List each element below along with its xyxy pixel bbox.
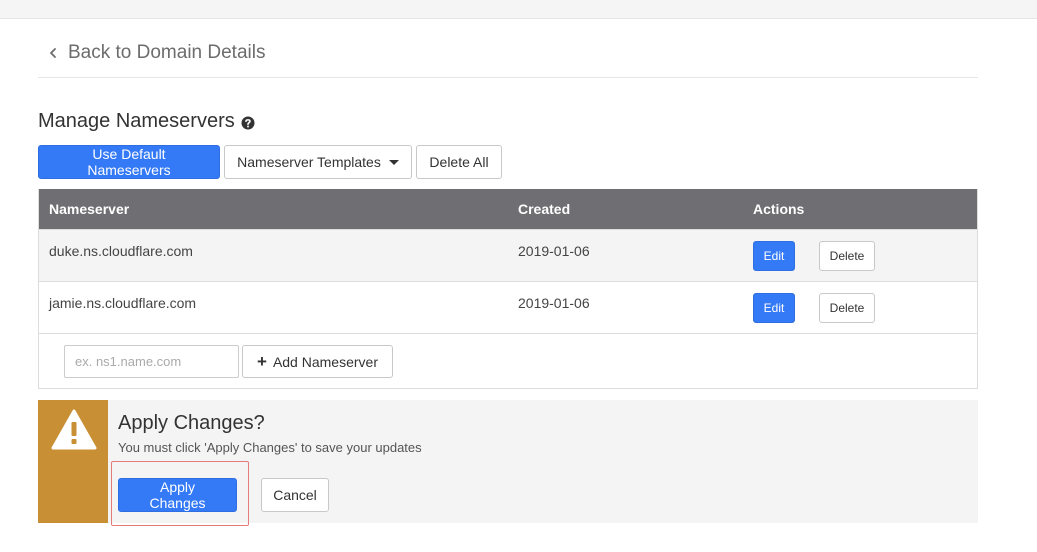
edit-button[interactable]: Edit <box>753 241 795 271</box>
cancel-button[interactable]: Cancel <box>261 478 329 512</box>
delete-button[interactable]: Delete <box>819 241 875 271</box>
header-divider <box>38 77 978 78</box>
top-bar <box>0 0 1037 19</box>
alert-title: Apply Changes? <box>118 412 265 434</box>
chevron-left-icon <box>50 48 56 58</box>
apply-changes-button[interactable]: Apply Changes <box>118 478 237 512</box>
nameserver-table: Nameserver Created Actions duke.ns.cloud… <box>38 189 978 389</box>
column-header-created: Created <box>518 201 571 217</box>
add-nameserver-button[interactable]: + Add Nameserver <box>242 345 393 378</box>
nameserver-cell: duke.ns.cloudflare.com <box>49 243 193 259</box>
created-cell: 2019-01-06 <box>518 295 590 311</box>
table-header: Nameserver Created Actions <box>39 189 977 229</box>
table-row: duke.ns.cloudflare.com 2019-01-06 Edit D… <box>39 229 977 281</box>
alert-message: You must click 'Apply Changes' to save y… <box>118 440 422 455</box>
add-nameserver-row: + Add Nameserver <box>39 333 977 388</box>
back-to-domain-details-link[interactable]: Back to Domain Details <box>44 40 265 66</box>
nameserver-templates-dropdown[interactable]: Nameserver Templates <box>224 145 412 179</box>
delete-button[interactable]: Delete <box>819 293 875 323</box>
nameserver-input[interactable] <box>64 345 239 378</box>
section-title: Manage Nameservers <box>38 110 255 133</box>
alert-stripe <box>38 400 108 523</box>
delete-all-button[interactable]: Delete All <box>416 145 502 179</box>
created-cell: 2019-01-06 <box>518 243 590 259</box>
use-default-nameservers-button[interactable]: Use Default Nameservers <box>38 145 220 179</box>
page-title: Manage Nameservers <box>38 110 235 132</box>
warning-triangle-icon <box>51 409 97 450</box>
edit-button[interactable]: Edit <box>753 293 795 323</box>
back-link-label: Back to Domain Details <box>68 42 266 63</box>
column-header-nameserver: Nameserver <box>49 201 130 217</box>
question-circle-icon[interactable] <box>241 116 255 130</box>
apply-changes-alert: Apply Changes? You must click 'Apply Cha… <box>38 400 978 526</box>
nameserver-toolbar: Use Default Nameservers Nameserver Templ… <box>38 145 502 179</box>
nameserver-cell: jamie.ns.cloudflare.com <box>49 295 197 311</box>
add-nameserver-label: Add Nameserver <box>272 353 378 370</box>
caret-down-icon <box>388 159 399 165</box>
table-row: jamie.ns.cloudflare.com 2019-01-06 Edit … <box>39 281 977 333</box>
column-header-actions: Actions <box>753 201 805 217</box>
plus-icon: + <box>257 352 267 371</box>
nameserver-templates-label: Nameserver Templates <box>237 154 381 170</box>
